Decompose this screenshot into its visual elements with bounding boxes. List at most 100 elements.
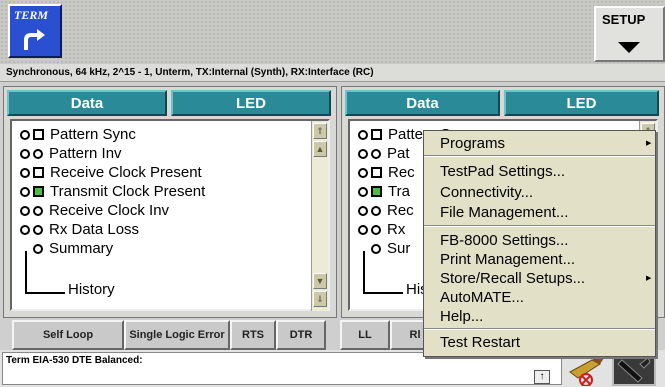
indicator-pattern-inv[interactable]: Pattern Inv (20, 144, 122, 163)
history-led (20, 167, 30, 178)
indicator-rx-data-loss[interactable]: Rx (358, 220, 405, 239)
indicator-summary[interactable]: Sur (371, 239, 410, 258)
indicator-label: Tra (388, 183, 410, 200)
indicator-transmit-clock-present[interactable]: Tra (358, 182, 410, 201)
menu-item-label: Programs (440, 135, 506, 152)
tab-led[interactable]: LED (504, 90, 659, 116)
indicator-pattern-sync[interactable]: Pattern Sync (20, 125, 136, 144)
indicator-label: Sur (387, 240, 411, 257)
history-led (20, 129, 30, 140)
menu-item-test-restart[interactable]: Test Restart (440, 334, 520, 351)
tab-data[interactable]: Data (7, 90, 167, 116)
current-led (33, 224, 43, 235)
ll-button[interactable]: LL (340, 320, 390, 350)
scroll-bottom-button[interactable]: ⇓ (313, 291, 327, 307)
indicator-receive-clock-inv[interactable]: Receive Clock Inv (20, 201, 169, 220)
menu-item-store-recall-setups[interactable]: Store/Recall Setups... ▶ (440, 270, 651, 287)
title-bar: TERM SETUP (0, 0, 665, 64)
history-led (20, 224, 30, 235)
current-led (371, 224, 381, 235)
single-logic-error-button[interactable]: Single Logic Error (124, 320, 230, 350)
message-text: Term EIA-530 DTE Balanced: (6, 355, 143, 366)
summary-led (33, 243, 43, 254)
left-results-panel: Data LED Pattern Sync Pattern Inv Receiv… (3, 86, 337, 318)
menu-separator (424, 225, 655, 227)
history-led (20, 186, 30, 197)
menu-item-label: Store/Recall Setups... (440, 270, 586, 287)
history-bracket (363, 251, 365, 293)
current-led (371, 205, 381, 216)
scroll-down-button[interactable]: ▼ (313, 273, 327, 289)
indicator-receive-clock-present[interactable]: Rec (358, 163, 415, 182)
scroll-top-button[interactable]: ⇑ (313, 123, 327, 139)
indicator-label: Rec (387, 202, 414, 219)
current-led (33, 148, 43, 159)
menu-item-file-management[interactable]: File Management... (440, 204, 568, 221)
dropdown-triangle-icon (618, 42, 640, 53)
indicator-pattern-inv[interactable]: Pat (358, 144, 410, 163)
history-bracket-base (363, 292, 403, 294)
summary-led (371, 243, 381, 254)
term-button[interactable]: TERM (8, 4, 62, 58)
dtr-button[interactable]: DTR (276, 320, 326, 350)
indicator-rx-data-loss[interactable]: Rx Data Loss (20, 220, 139, 239)
history-led (358, 167, 368, 178)
left-scrollbar[interactable]: ⇑ ▲ ▼ ⇓ (311, 121, 328, 311)
history-label: History (68, 281, 115, 298)
term-label: TERM (14, 8, 49, 22)
history-led (358, 148, 368, 159)
indicator-label: Rec (388, 164, 415, 181)
indicator-label: Pat (387, 145, 410, 162)
tab-data[interactable]: Data (345, 90, 500, 116)
indicator-label: Transmit Clock Present (50, 183, 206, 200)
setup-button[interactable]: SETUP (594, 6, 665, 62)
menu-item-help[interactable]: Help... (440, 308, 483, 325)
history-led (358, 129, 368, 140)
menu-separator (424, 155, 655, 157)
brush-tool-button[interactable] (562, 352, 606, 387)
status-line: Synchronous, 64 kHz, 2^15 - 1, Unterm, T… (0, 64, 665, 82)
menu-item-fb8000-settings[interactable]: FB-8000 Settings... (440, 232, 568, 249)
current-led (371, 148, 381, 159)
history-led (358, 224, 368, 235)
submenu-arrow-icon: ▶ (646, 275, 652, 282)
menu-separator (424, 328, 655, 330)
scroll-up-button[interactable]: ▲ (313, 141, 327, 157)
rts-button[interactable]: RTS (230, 320, 276, 350)
message-scroll-up-button[interactable]: ↑ (534, 370, 550, 384)
setup-popup-menu: Programs ▶ TestPad Settings... Connectiv… (423, 130, 656, 357)
menu-item-automate[interactable]: AutoMATE... (440, 289, 524, 306)
right-tabs: Data LED (345, 90, 659, 116)
menu-item-connectivity[interactable]: Connectivity... (440, 184, 533, 201)
indicator-receive-clock-inv[interactable]: Rec (358, 201, 414, 220)
history-led (20, 148, 30, 159)
menu-item-testpad-settings[interactable]: TestPad Settings... (440, 163, 565, 180)
history-bracket-base (25, 292, 65, 294)
indicator-label: Pattern Sync (50, 126, 136, 143)
menu-item-programs[interactable]: Programs ▶ (440, 135, 651, 152)
indicator-label: Pattern Inv (49, 145, 122, 162)
indicator-label: Rx Data Loss (49, 221, 140, 238)
menu-item-print-management[interactable]: Print Management... (440, 251, 575, 268)
current-led (371, 167, 382, 178)
indicator-receive-clock-present[interactable]: Receive Clock Present (20, 163, 202, 182)
indicator-summary[interactable]: Summary (33, 239, 113, 258)
setup-label: SETUP (602, 12, 646, 27)
indicator-label: Receive Clock Inv (49, 202, 170, 219)
current-led-on (371, 186, 382, 197)
history-led (20, 205, 30, 216)
indicator-label: Receive Clock Present (50, 164, 202, 181)
left-button-row: Self Loop Single Logic Error RTS DTR (12, 320, 326, 350)
current-led (33, 129, 44, 140)
history-led (358, 205, 368, 216)
current-led (33, 205, 43, 216)
left-indicator-list: Pattern Sync Pattern Inv Receive Clock P… (10, 119, 330, 311)
self-loop-button[interactable]: Self Loop (12, 320, 124, 350)
tab-led[interactable]: LED (171, 90, 331, 116)
pen-tool-button[interactable] (612, 352, 656, 386)
pen-tool-icon (617, 357, 651, 383)
history-bracket (25, 251, 27, 293)
indicator-transmit-clock-present[interactable]: Transmit Clock Present (20, 182, 205, 201)
left-tabs: Data LED (7, 90, 331, 116)
indicator-label: Rx (387, 221, 406, 238)
